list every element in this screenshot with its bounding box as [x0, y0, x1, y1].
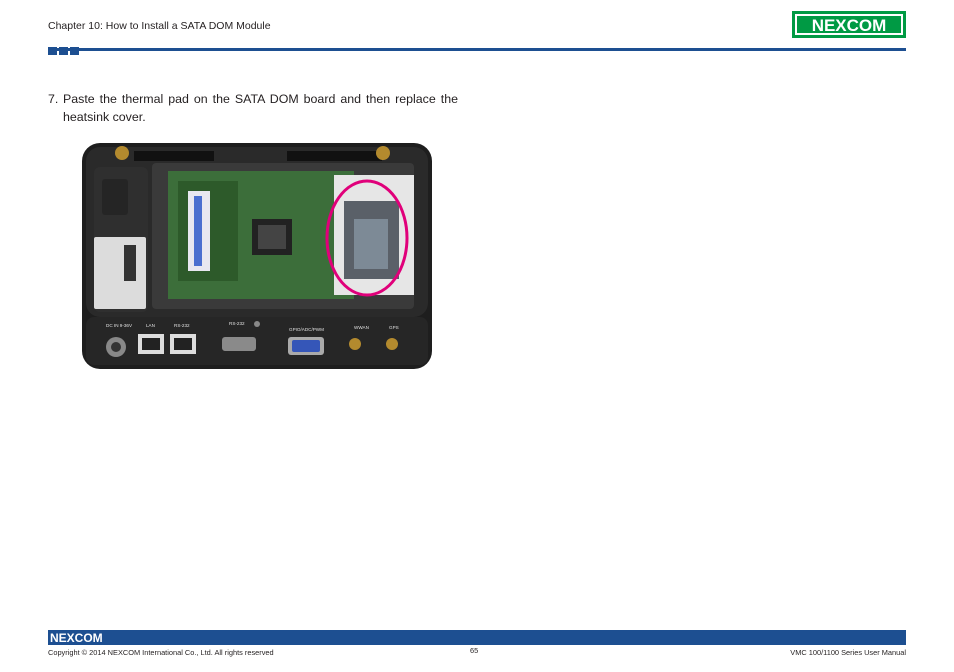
- wwan-antenna-icon: [349, 338, 361, 350]
- page-number: 65: [470, 646, 479, 655]
- serial-port-icon: [222, 337, 256, 351]
- header-rule: [48, 48, 906, 51]
- gps-antenna-icon: [386, 338, 398, 350]
- port-label-rs232-2: RS-232: [229, 321, 245, 326]
- step-text: Paste the thermal pad on the SATA DOM bo…: [63, 92, 458, 124]
- port-label-wwan: WWAN: [354, 325, 369, 330]
- step-number: 7.: [48, 92, 59, 106]
- port-label-lan: LAN: [146, 323, 155, 328]
- instruction-step: 7. Paste the thermal pad on the SATA DOM…: [48, 91, 458, 126]
- port-label-gps: GPS: [389, 325, 399, 330]
- thermal-pad: [354, 219, 388, 269]
- footer-logo-text: NEXCOM: [50, 631, 103, 644]
- device-photo: DC IN 9-36V LAN RS-232 RS-232 GPIO/ADC/P…: [82, 143, 432, 369]
- footer-nexcom-logo: NEXCOM: [50, 631, 103, 644]
- nexcom-logo: NEXCOM: [792, 11, 906, 38]
- port-label-gpio: GPIO/ADC/PWM: [289, 327, 324, 332]
- manual-title: VMC 100/1100 Series User Manual: [790, 648, 906, 657]
- logo-text: NEXCOM: [812, 16, 887, 35]
- footer-bar: [48, 630, 906, 645]
- port-label-dc: DC IN 9-36V: [106, 323, 133, 328]
- product-label: [94, 237, 146, 309]
- chapter-title: Chapter 10: How to Install a SATA DOM Mo…: [48, 20, 271, 32]
- port-label-rs232: RS-232: [174, 323, 190, 328]
- copyright-text: Copyright © 2014 NEXCOM International Co…: [48, 648, 274, 657]
- header-squares: [48, 47, 79, 55]
- vga-port-icon: [292, 340, 320, 352]
